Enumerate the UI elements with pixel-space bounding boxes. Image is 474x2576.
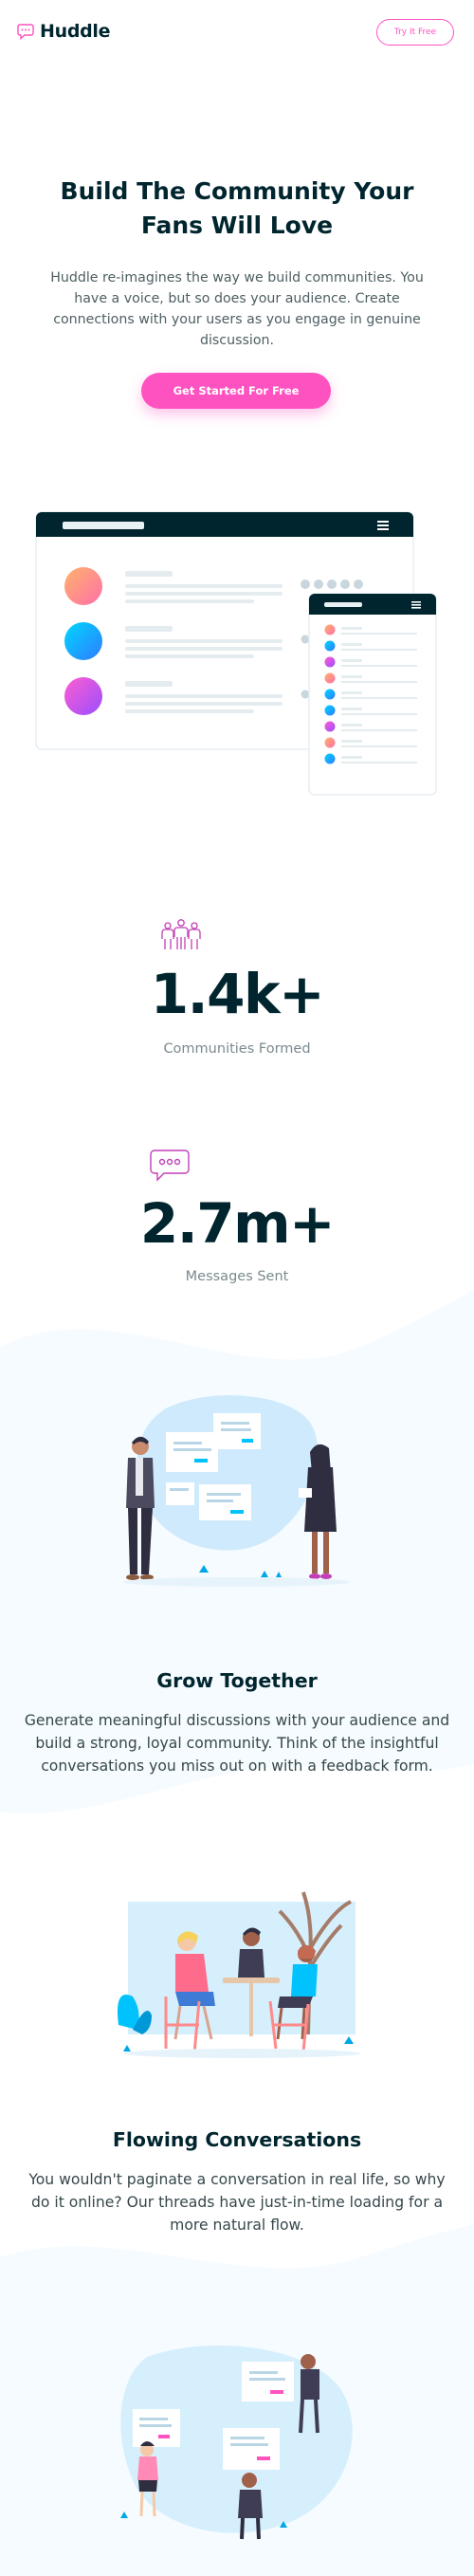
hero-description: Huddle re-imagines the way we build comm…	[50, 270, 424, 348]
logo-chat-icon	[17, 23, 34, 40]
get-started-button[interactable]: Get Started For Free	[141, 373, 331, 409]
logo[interactable]: Huddle	[17, 21, 111, 42]
messages-icon	[149, 1149, 191, 1183]
stat-communities-value: 1.4k+	[150, 962, 325, 1026]
team-discussion-illustration	[120, 2345, 353, 2540]
stat-communities-label: Communities Formed	[163, 1041, 311, 1057]
stat-messages-value: 2.7m+	[139, 1191, 336, 1256]
hero-mockup-illustration	[35, 511, 437, 796]
flowing-conversations-description: You wouldn't paginate a conversation in …	[28, 2171, 446, 2234]
flowing-conversations-title: Flowing Conversations	[112, 2128, 362, 2151]
hero-title: Build The Community Your Fans Will Love	[60, 177, 414, 239]
grow-together-title: Grow Together	[156, 1669, 318, 1692]
communities-icon	[161, 918, 201, 952]
flowing-conversations-illustration	[118, 1891, 360, 2058]
stat-messages-label: Messages Sent	[185, 1269, 289, 1284]
grow-together-description: Generate meaningful discussions with you…	[24, 1712, 450, 1775]
logo-text: Huddle	[40, 21, 111, 42]
grow-together-illustration	[123, 1395, 351, 1587]
try-it-free-button[interactable]: Try It Free	[376, 19, 454, 46]
